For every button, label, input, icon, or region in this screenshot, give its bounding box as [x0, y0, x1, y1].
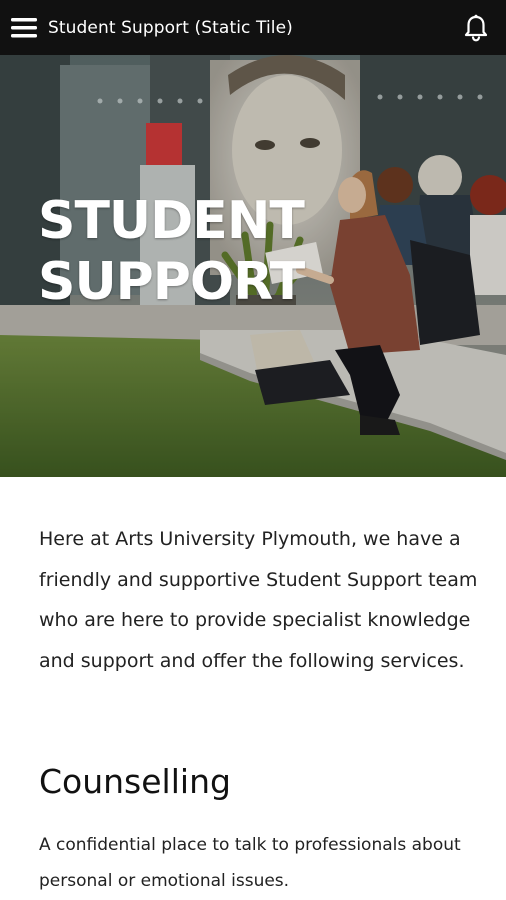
bell-icon	[464, 14, 488, 41]
hamburger-menu-icon	[11, 17, 37, 37]
hero-banner: STUDENT SUPPORT	[0, 55, 506, 477]
page-title: Student Support (Static Tile)	[48, 17, 293, 38]
section-heading-counselling: Counselling	[39, 762, 231, 801]
content-area: Here at Arts University Plymouth, we hav…	[0, 477, 506, 900]
app-bar: Student Support (Static Tile)	[0, 0, 506, 55]
menu-button[interactable]	[0, 0, 48, 55]
notifications-button[interactable]	[452, 0, 500, 55]
hero-title-line-2: SUPPORT	[38, 252, 305, 312]
hero-title-line-1: STUDENT	[38, 191, 305, 251]
section-text-counselling: A confidential place to talk to professi…	[39, 835, 461, 891]
intro-paragraph: Here at Arts University Plymouth, we hav…	[39, 528, 478, 672]
hero-title: STUDENT SUPPORT	[38, 191, 305, 313]
